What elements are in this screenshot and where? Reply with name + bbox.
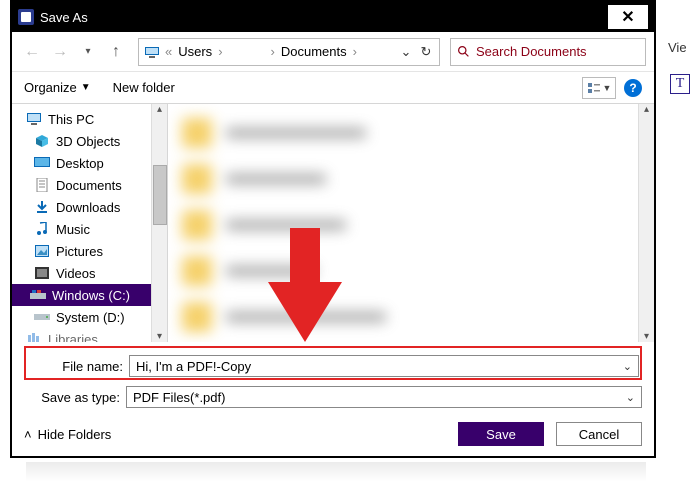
address-bar[interactable]: « Users › › Documents › ⌄ ↻ [138, 38, 440, 66]
chevron-right-icon: › [216, 44, 224, 59]
savetype-label: Save as type: [24, 390, 126, 405]
titlebar: Save As ✕ [12, 2, 654, 32]
help-button[interactable]: ? [624, 79, 642, 97]
libraries-icon [26, 331, 42, 342]
cube-icon [34, 133, 50, 149]
search-icon [457, 45, 470, 58]
filename-input[interactable]: Hi, I'm a PDF!-Copy ⌄ [129, 355, 639, 377]
nav-row: ← → ▾ ↑ « Users › › Documents › ⌄ ↻ Sear… [12, 32, 654, 72]
chevron-down-icon[interactable]: ⌄ [626, 391, 635, 404]
download-icon [34, 199, 50, 215]
drive-icon [30, 287, 46, 303]
blurred-content [182, 110, 634, 336]
picture-icon [34, 243, 50, 259]
app-icon [18, 9, 34, 25]
tree-downloads[interactable]: Downloads [12, 196, 167, 218]
toolbar: Organize▼ New folder ▼ ? [12, 72, 654, 104]
address-dropdown[interactable]: ⌄ [397, 44, 415, 60]
background-t-icon: T [670, 74, 690, 94]
scroll-up-icon[interactable]: ▴ [157, 104, 162, 115]
video-icon [34, 265, 50, 281]
tree-this-pc[interactable]: This PC [12, 108, 167, 130]
file-list[interactable]: ▴ ▾ [168, 104, 654, 342]
search-placeholder: Search Documents [476, 44, 587, 59]
up-button[interactable]: ↑ [104, 40, 128, 64]
filename-label: File name: [27, 359, 129, 374]
filename-highlight: File name: Hi, I'm a PDF!-Copy ⌄ [24, 346, 642, 380]
music-icon [34, 221, 50, 237]
tree-music[interactable]: Music [12, 218, 167, 240]
tree-pictures[interactable]: Pictures [12, 240, 167, 262]
nav-tree: This PC 3D Objects Desktop Documents Dow… [12, 104, 168, 342]
document-icon [34, 177, 50, 193]
dialog-shadow [26, 462, 646, 482]
breadcrumb-documents[interactable]: Documents [279, 42, 349, 61]
cancel-button[interactable]: Cancel [556, 422, 642, 446]
window-title: Save As [40, 10, 88, 25]
close-button[interactable]: ✕ [608, 5, 648, 29]
tree-drive-d[interactable]: System (D:) [12, 306, 167, 328]
savetype-select[interactable]: PDF Files(*.pdf) ⌄ [126, 386, 642, 408]
list-scrollbar[interactable]: ▴ ▾ [638, 104, 654, 342]
recent-dropdown[interactable]: ▾ [76, 40, 100, 64]
view-mode-button[interactable]: ▼ [582, 77, 616, 99]
tree-drive-c[interactable]: Windows (C:) [12, 284, 167, 306]
tree-libraries[interactable]: Libraries [12, 328, 167, 342]
breadcrumb-blank[interactable] [227, 50, 267, 54]
scroll-up-icon[interactable]: ▴ [644, 104, 649, 115]
scroll-thumb[interactable] [153, 165, 167, 225]
back-button[interactable]: ← [20, 40, 44, 64]
chevron-down-icon[interactable]: ⌄ [623, 360, 632, 373]
chevron-right-icon: › [269, 44, 277, 59]
chevron-up-icon: ˄ [24, 427, 32, 442]
pc-icon [26, 111, 42, 127]
desktop-icon [34, 155, 50, 171]
pc-icon [143, 43, 161, 61]
background-vie-label: Vie [668, 40, 700, 55]
breadcrumb-users[interactable]: Users [176, 42, 214, 61]
tree-scrollbar[interactable]: ▴ ▾ [151, 104, 167, 342]
tree-desktop[interactable]: Desktop [12, 152, 167, 174]
search-input[interactable]: Search Documents [450, 38, 646, 66]
new-folder-button[interactable]: New folder [113, 80, 175, 95]
bottom-panel: File name: Hi, I'm a PDF!-Copy ⌄ Save as… [12, 342, 654, 456]
save-as-dialog: Save As ✕ ← → ▾ ↑ « Users › › Documents … [10, 0, 656, 458]
forward-button[interactable]: → [48, 40, 72, 64]
drive-icon [34, 309, 50, 325]
breadcrumb-sep-icon: « [163, 44, 174, 59]
tree-documents[interactable]: Documents [12, 174, 167, 196]
scroll-down-icon[interactable]: ▾ [157, 331, 162, 342]
scroll-down-icon[interactable]: ▾ [644, 331, 649, 342]
refresh-button[interactable]: ↻ [417, 44, 435, 60]
tree-videos[interactable]: Videos [12, 262, 167, 284]
tree-3d-objects[interactable]: 3D Objects [12, 130, 167, 152]
save-button[interactable]: Save [458, 422, 544, 446]
chevron-right-icon: › [351, 44, 359, 59]
hide-folders-toggle[interactable]: ˄ Hide Folders [24, 427, 111, 442]
organize-menu[interactable]: Organize▼ [24, 80, 91, 95]
